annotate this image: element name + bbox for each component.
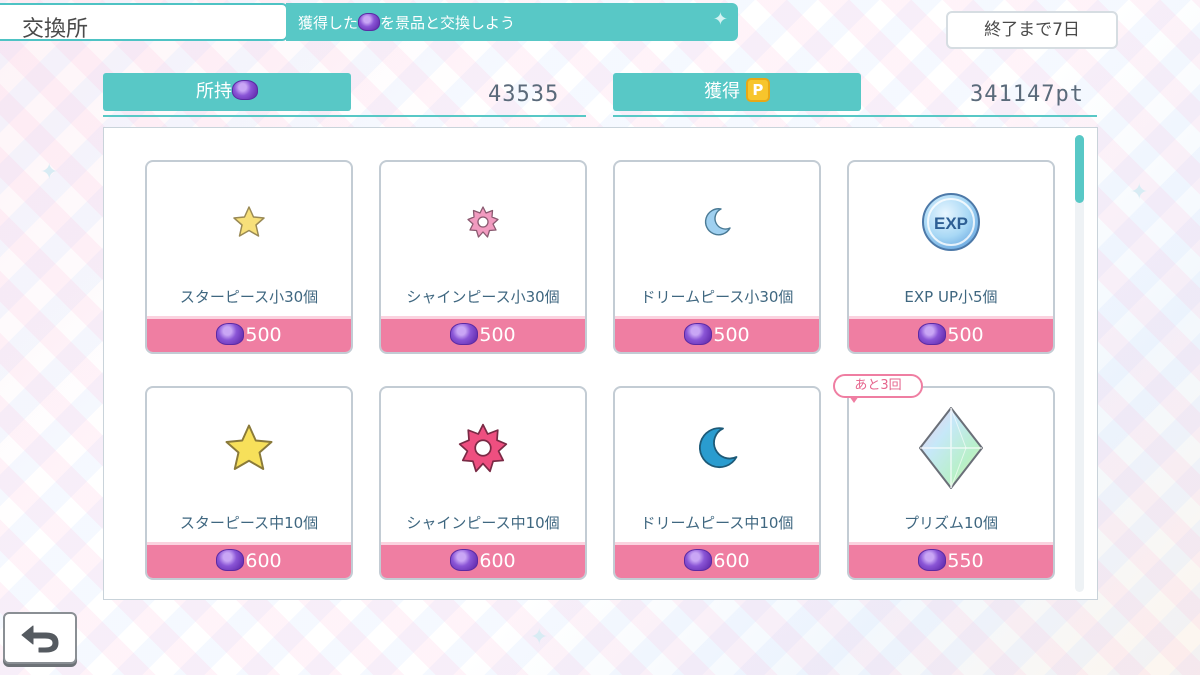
exp-icon: EXP [849,180,1053,264]
star-small-icon [147,180,351,264]
exchange-item-card[interactable]: スターピース中10個 600 [145,386,353,580]
owned-label-text: 所持 [196,81,232,102]
item-price: 600 [147,542,351,578]
price-value: 600 [713,550,750,572]
subtitle: 獲得した を景品と交換しよう [298,12,515,33]
owned-underline [103,115,586,117]
item-price: 600 [615,542,819,578]
price-value: 600 [245,550,282,572]
subtitle-after: を景品と交換しよう [380,14,516,32]
item-price: 550 [849,542,1053,578]
price-value: 500 [479,324,516,346]
price-value: 550 [947,550,984,572]
sparkle-icon: ✦ [712,9,728,30]
earned-underline [613,115,1097,117]
sun-small-icon [381,180,585,264]
exchange-item-card[interactable]: EXP EXP UP小5個 500 [847,160,1055,354]
price-value: 600 [479,550,516,572]
earned-label: 獲得 P [613,73,861,111]
earned-label-text: 獲得 [704,81,741,102]
moon-medium-icon [615,406,819,490]
price-value: 500 [947,324,984,346]
price-value: 500 [713,324,750,346]
scrollbar-thumb[interactable] [1075,135,1084,203]
item-name: ドリームピース中10個 [640,514,794,532]
event-end-timer: 終了まで7日 [946,11,1118,49]
item-name: シャインピース小30個 [406,288,560,306]
item-name: ドリームピース小30個 [640,288,794,306]
exchange-item-card[interactable]: ドリームピース中10個 600 [613,386,821,580]
item-price: 600 [381,542,585,578]
exchange-item-card[interactable]: シャインピース小30個 500 [379,160,587,354]
gem-icon [918,549,947,571]
scrollbar-track[interactable] [1075,135,1084,592]
gem-icon [216,323,245,345]
item-name: プリズム10個 [903,514,999,532]
title-box: 交換所 [0,3,288,42]
sparkle-icon: ✦ [40,160,59,185]
item-name: スターピース中10個 [179,514,319,532]
gem-icon [216,549,245,571]
earned-value: 341147pt [970,82,1084,107]
gem-icon [450,323,479,345]
gem-icon [918,323,947,345]
item-price: 500 [147,316,351,352]
prism-icon [849,406,1053,490]
item-name: EXP UP小5個 [904,288,998,306]
gem-icon [684,323,713,345]
price-value: 500 [245,324,282,346]
point-icon: P [745,78,770,102]
owned-label: 所持 [103,73,351,111]
sparkle-icon: ✦ [1130,180,1149,205]
sun-medium-icon [381,406,585,490]
item-price: 500 [849,316,1053,352]
exchange-item-card[interactable]: シャインピース中10個 600 [379,386,587,580]
back-arrow-icon [21,625,59,653]
sparkle-icon: ✦ [530,625,549,650]
gem-icon [684,549,713,571]
star-medium-icon [147,406,351,490]
item-name: シャインピース中10個 [406,514,560,532]
subtitle-before: 獲得した [298,14,359,32]
gem-icon [232,80,258,100]
moon-small-icon [615,180,819,264]
subtitle-bar: 獲得した を景品と交換しよう ✦ [286,3,738,41]
exchange-item-card[interactable]: プリズム10個 550 [847,386,1055,580]
page-title: 交換所 [22,17,89,42]
svg-text:EXP: EXP [934,214,968,233]
exchange-item-card[interactable]: ドリームピース小30個 500 [613,160,821,354]
back-button[interactable] [3,612,77,664]
exchange-limit-badge: あと3回 [833,374,923,403]
item-name: スターピース小30個 [179,288,319,306]
item-price: 500 [381,316,585,352]
owned-value: 43535 [488,82,560,107]
item-price: 500 [615,316,819,352]
gem-icon [358,13,381,31]
exchange-item-card[interactable]: スターピース小30個 500 [145,160,353,354]
gem-icon [450,549,479,571]
